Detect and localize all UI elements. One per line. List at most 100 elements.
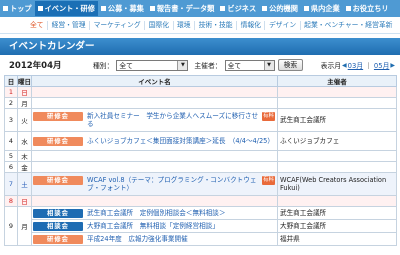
type-select[interactable]: 全て ▼: [116, 59, 189, 71]
event-cell: 相談会 武生商工会議所 定例個別相談会＜無料相談＞: [31, 206, 278, 220]
host-cell: 大野商工会議所: [277, 219, 397, 233]
event-host: 武生商工会議所: [280, 209, 327, 217]
event-title-link[interactable]: 新入社員セミナー 学生から企業人へスムーズに移行させる: [87, 112, 260, 128]
day-cell: 4: [4, 131, 18, 151]
display-month-label: 表示月: [320, 62, 342, 70]
subnav-management[interactable]: 経営・管理: [48, 20, 91, 30]
table-row: 相談会 大野商工会議所 無料相談「定例経営相談」 大野商工会議所: [5, 219, 397, 233]
table-row: 1日: [4, 86, 397, 98]
header-weekday: 曜日: [17, 75, 32, 87]
event-host: WCAF(Web Creators Association Fukui): [280, 176, 387, 192]
event-cell: [31, 86, 278, 98]
event-host: ふくいジョブカフェ: [280, 137, 340, 145]
month-pager: 表示月 ◀ 03月 ｜ 05月 ▶: [320, 60, 396, 71]
nav-square-icon: [262, 6, 268, 11]
subnav-all[interactable]: 全て: [0, 20, 49, 30]
table-header-row: 日 曜日 イベント名 主催者: [4, 75, 397, 87]
event-item: 相談会 武生商工会議所 定例個別相談会＜無料相談＞: [32, 208, 277, 219]
filter-toolbar: 2012年04月 種別： 全て ▼ 主催者： 全て ▼ 検索 表示月 ◀ 03月…: [0, 57, 400, 73]
weekday-cell: 金: [17, 161, 32, 173]
event-cell: 研修会 平成24年度 広報力強化事業開催: [31, 232, 278, 246]
weekday-cell: 日: [17, 195, 32, 207]
host-cell: ふくいジョブカフェ: [277, 131, 397, 151]
table-row: 4 水研修会 ふくいジョブカフェ＜集団面接対策講座＞延長 （4/4～4/25） ふくい…: [4, 131, 397, 151]
prev-arrow-icon[interactable]: ◀: [342, 62, 347, 69]
host-cell: [277, 150, 397, 162]
day-cell: 3: [4, 108, 18, 132]
day-cell: 7: [4, 172, 18, 196]
event-item: 研修会 WCAF vol.8（テーマ：プログラミング・コンバクトウェブ・フォント）…: [32, 175, 277, 193]
chevron-down-icon: ▼: [177, 60, 188, 70]
top-navigation: トップ イベント・研修 公募・募集 報告書・データ類 ビジネス 公的機関 県内企…: [0, 0, 400, 17]
table-row: 5木: [4, 150, 397, 162]
nav-square-icon: [37, 6, 43, 11]
event-host: 福井県: [280, 235, 300, 243]
event-cell: [31, 150, 278, 162]
event-cell: [31, 161, 278, 173]
event-item: 研修会 平成24年度 広報力強化事業開催: [32, 234, 277, 245]
weekday-cell: 日: [17, 86, 32, 98]
host-select[interactable]: 全て ▼: [224, 59, 275, 71]
table-row: 9 月相談会 武生商工会議所 定例個別相談会＜無料相談＞ 武生商工会議所: [4, 206, 397, 246]
nav-square-icon: [149, 6, 155, 11]
event-category-badge: 研修会: [33, 234, 83, 244]
weekday-cell: 月: [17, 97, 32, 109]
nav-business[interactable]: ビジネス: [217, 1, 259, 16]
host-label: 主催者：: [194, 62, 222, 70]
nav-public-offers[interactable]: 公募・募集: [98, 1, 147, 16]
weekday-cell: 土: [17, 172, 32, 196]
subnav-technology[interactable]: 技術・技能: [195, 20, 238, 30]
subnav-it[interactable]: 情報化: [237, 20, 266, 30]
event-title-link[interactable]: 平成24年度 広報力強化事業開催: [87, 235, 277, 243]
nav-public-agencies[interactable]: 公的機関: [259, 1, 301, 16]
header-host: 主催者: [277, 75, 397, 87]
event-title-link[interactable]: 大野商工会議所 無料相談「定例経営相談」: [87, 222, 277, 230]
pager-separator: ｜: [365, 62, 372, 70]
event-title-link[interactable]: ふくいジョブカフェ＜集団面接対策講座＞延長 （4/4～4/25）: [87, 137, 277, 145]
event-cell: 研修会 新入社員セミナー 学生から企業人へスムーズに移行させる 有料: [31, 108, 278, 132]
next-month-link[interactable]: 05月: [374, 60, 389, 70]
nav-top[interactable]: トップ: [0, 1, 35, 16]
event-cell: [31, 97, 278, 109]
host-cell: 武生商工会議所: [277, 108, 397, 132]
event-category-badge: 研修会: [33, 176, 83, 185]
type-label: 種別：: [93, 62, 114, 70]
search-button[interactable]: 検索: [277, 59, 304, 71]
event-title-link[interactable]: 武生商工会議所 定例個別相談会＜無料相談＞: [87, 209, 277, 217]
chevron-down-icon: ▼: [263, 60, 274, 70]
event-host: 武生商工会議所: [280, 116, 327, 124]
event-item: 相談会 大野商工会議所 無料相談「定例経営相談」: [32, 221, 277, 232]
nav-local-companies[interactable]: 県内企業: [301, 1, 343, 16]
event-calendar-table: 日 曜日 イベント名 主催者 1 日 2 月 3 火研修会 新入社員セミナー 学生から企業人…: [4, 75, 397, 246]
subnav-marketing[interactable]: マーケティング: [90, 20, 146, 30]
host-cell: WCAF(Web Creators Association Fukui): [277, 172, 397, 196]
fee-badge: 有料: [262, 176, 275, 185]
host-cell: 武生商工会議所: [277, 206, 397, 220]
event-cell: [31, 195, 278, 207]
table-row: 8日: [4, 195, 397, 207]
prev-month-link[interactable]: 03月: [348, 60, 363, 70]
host-cell: 福井県: [277, 232, 397, 246]
weekday-cell: 月: [17, 206, 32, 246]
subnav-international[interactable]: 国際化: [145, 20, 174, 30]
event-category-badge: 研修会: [33, 136, 83, 146]
subnav-startup[interactable]: 起業・ベンチャー・経営革新: [301, 21, 396, 30]
nav-square-icon: [345, 6, 351, 11]
nav-useful-links[interactable]: お役立ちリ: [343, 1, 392, 16]
weekday-cell: 水: [17, 131, 32, 151]
weekday-cell: 木: [17, 150, 32, 162]
event-category-badge: 相談会: [33, 221, 83, 231]
nav-square-icon: [100, 6, 106, 11]
table-row: 2月: [4, 97, 397, 109]
nav-square-icon: [220, 6, 226, 11]
subnav-design[interactable]: デザイン: [265, 20, 301, 30]
page-title: イベントカレンダー: [0, 38, 400, 55]
day-cell: 8: [4, 195, 18, 207]
host-cell: [277, 86, 397, 98]
day-cell: 5: [4, 150, 18, 162]
subnav-environment[interactable]: 環境: [174, 20, 196, 30]
next-arrow-icon[interactable]: ▶: [390, 62, 395, 69]
nav-events[interactable]: イベント・研修: [34, 1, 98, 16]
event-title-link[interactable]: WCAF vol.8（テーマ：プログラミング・コンバクトウェブ・フォント）: [87, 176, 260, 192]
nav-reports[interactable]: 報告書・データ類: [147, 1, 218, 16]
